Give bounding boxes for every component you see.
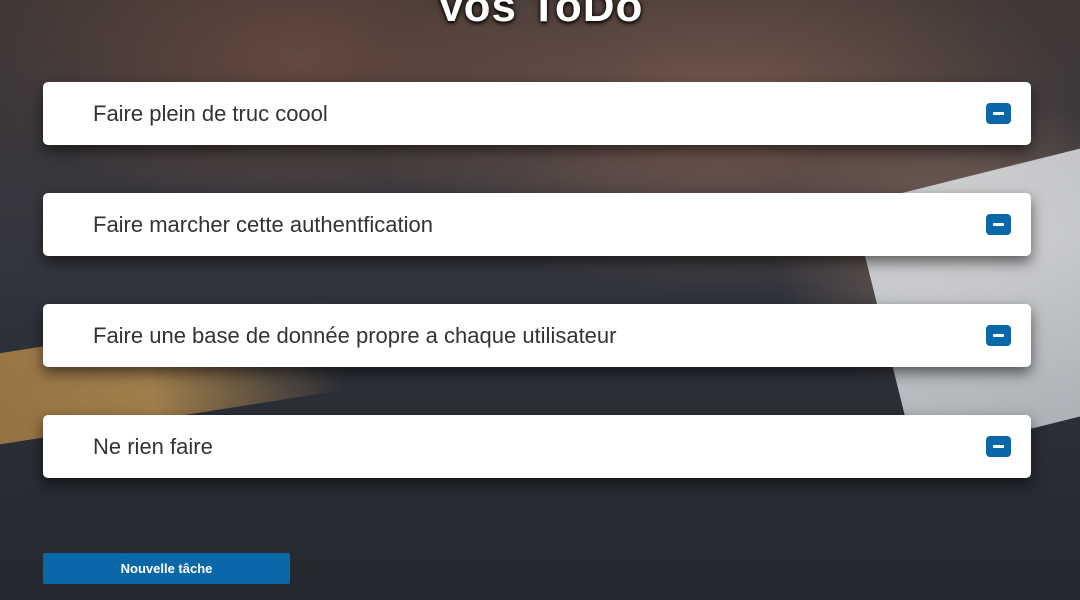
new-task-button[interactable]: Nouvelle tâche [43,553,290,584]
todo-item-text: Faire une base de donnée propre a chaque… [93,323,617,348]
minus-icon [993,112,1004,115]
remove-todo-button[interactable] [986,103,1011,124]
todo-item: Faire plein de truc coool [43,82,1031,145]
todo-list: Faire plein de truc coool Faire marcher … [43,82,1031,526]
remove-todo-button[interactable] [986,214,1011,235]
minus-icon [993,334,1004,337]
minus-icon [993,223,1004,226]
todo-item-text: Ne rien faire [93,434,213,459]
todo-item-text: Faire marcher cette authentfication [93,212,433,237]
page-title: Vos ToDo [436,0,644,31]
todo-item: Faire marcher cette authentfication [43,193,1031,256]
remove-todo-button[interactable] [986,325,1011,346]
todo-page: Vos ToDo Faire plein de truc coool Faire… [0,0,1080,600]
todo-item: Ne rien faire [43,415,1031,478]
todo-item: Faire une base de donnée propre a chaque… [43,304,1031,367]
remove-todo-button[interactable] [986,436,1011,457]
todo-item-text: Faire plein de truc coool [93,101,328,126]
minus-icon [993,445,1004,448]
